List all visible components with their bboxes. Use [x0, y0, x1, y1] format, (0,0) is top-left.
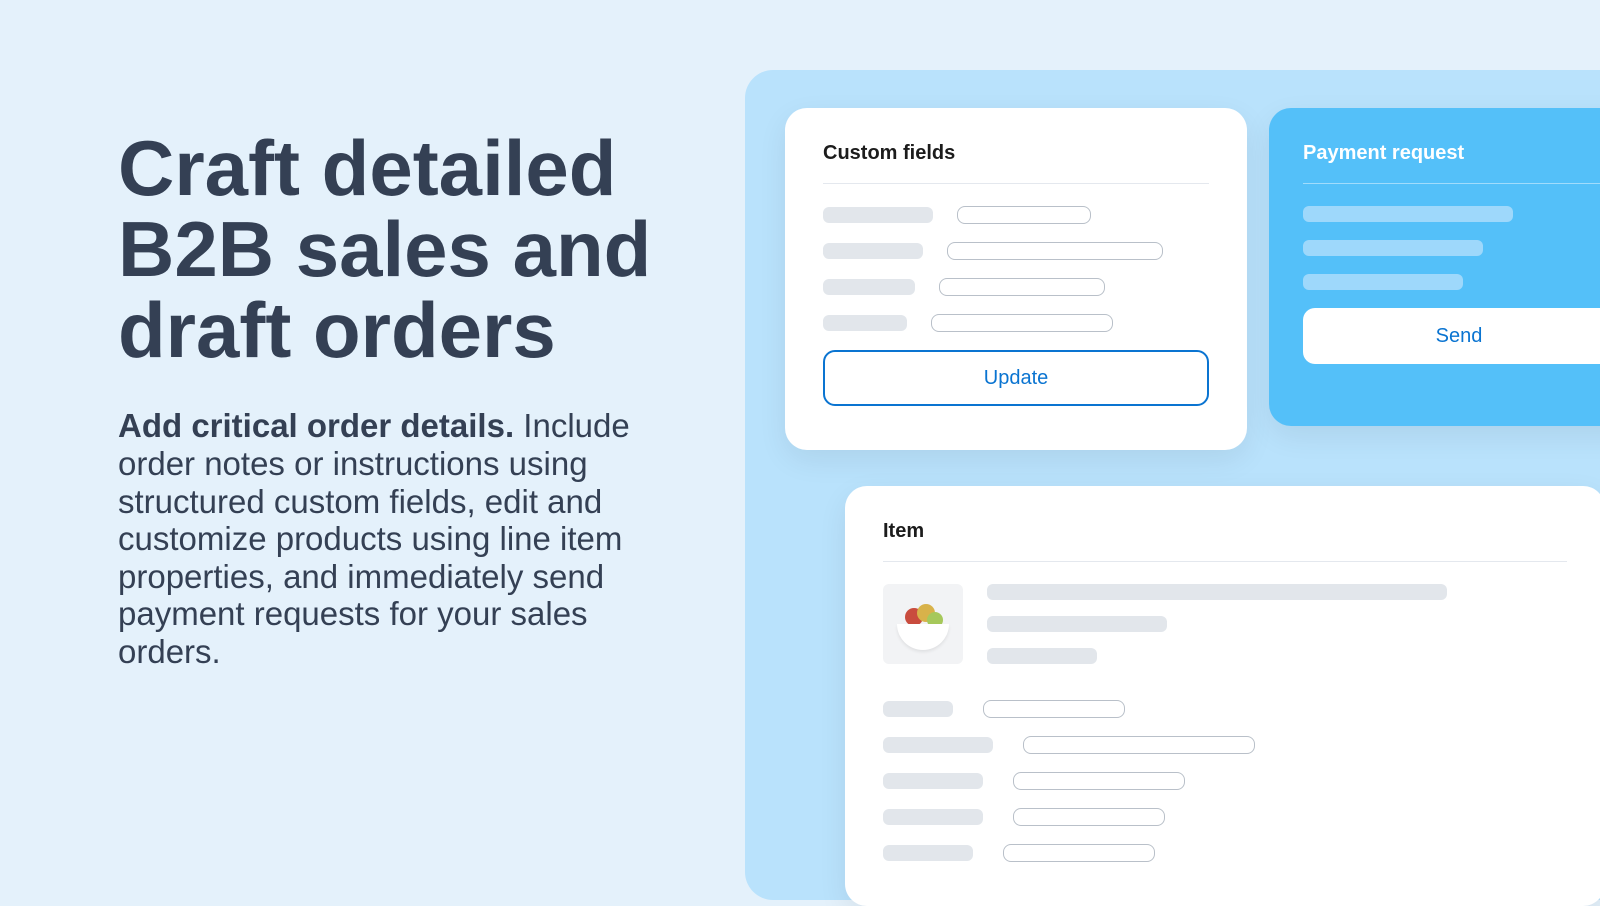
property-label-placeholder [883, 809, 983, 825]
item-property-row [883, 700, 1567, 718]
item-property-row [883, 844, 1567, 862]
field-label-placeholder [823, 243, 923, 259]
field-input-placeholder[interactable] [939, 278, 1105, 296]
divider [1303, 183, 1600, 184]
lede-rest: Include order notes or instructions usin… [118, 407, 630, 670]
custom-field-row [823, 206, 1209, 224]
marketing-copy: Craft detailed B2B sales and draft order… [118, 128, 658, 671]
custom-fields-card: Custom fields Update [785, 108, 1247, 450]
send-button[interactable]: Send [1303, 308, 1600, 364]
item-line-placeholder [987, 584, 1447, 600]
field-label-placeholder [823, 315, 907, 331]
bowl-icon [897, 624, 949, 650]
property-label-placeholder [883, 701, 953, 717]
payment-line-placeholder [1303, 274, 1463, 290]
field-input-placeholder[interactable] [931, 314, 1113, 332]
payment-request-title: Payment request [1303, 142, 1600, 165]
field-label-placeholder [823, 279, 915, 295]
lede-bold: Add critical order details. [118, 407, 514, 444]
payment-line-placeholder [1303, 240, 1483, 256]
property-input-placeholder[interactable] [1023, 736, 1255, 754]
item-header-row [883, 584, 1567, 680]
custom-field-row [823, 314, 1209, 332]
property-label-placeholder [883, 773, 983, 789]
custom-field-row [823, 242, 1209, 260]
item-line-placeholder [987, 648, 1097, 664]
payment-line-placeholder [1303, 206, 1513, 222]
lede: Add critical order details. Include orde… [118, 407, 658, 670]
property-input-placeholder[interactable] [983, 700, 1125, 718]
field-label-placeholder [823, 207, 933, 223]
property-input-placeholder[interactable] [1003, 844, 1155, 862]
field-input-placeholder[interactable] [947, 242, 1163, 260]
item-card: Item [845, 486, 1600, 906]
property-label-placeholder [883, 737, 993, 753]
illustration-stage: Custom fields Update Payment request Sen… [745, 70, 1600, 900]
divider [883, 561, 1567, 562]
field-input-placeholder[interactable] [957, 206, 1091, 224]
update-button[interactable]: Update [823, 350, 1209, 406]
item-property-row [883, 736, 1567, 754]
property-input-placeholder[interactable] [1013, 772, 1185, 790]
divider [823, 183, 1209, 184]
custom-fields-title: Custom fields [823, 142, 1209, 165]
headline: Craft detailed B2B sales and draft order… [118, 128, 658, 371]
property-label-placeholder [883, 845, 973, 861]
property-input-placeholder[interactable] [1013, 808, 1165, 826]
item-line-placeholder [987, 616, 1167, 632]
item-property-row [883, 772, 1567, 790]
payment-request-card: Payment request Send [1269, 108, 1600, 426]
item-info-lines [987, 584, 1567, 680]
item-title: Item [883, 520, 1567, 543]
item-property-row [883, 808, 1567, 826]
product-thumbnail [883, 584, 963, 664]
custom-field-row [823, 278, 1209, 296]
